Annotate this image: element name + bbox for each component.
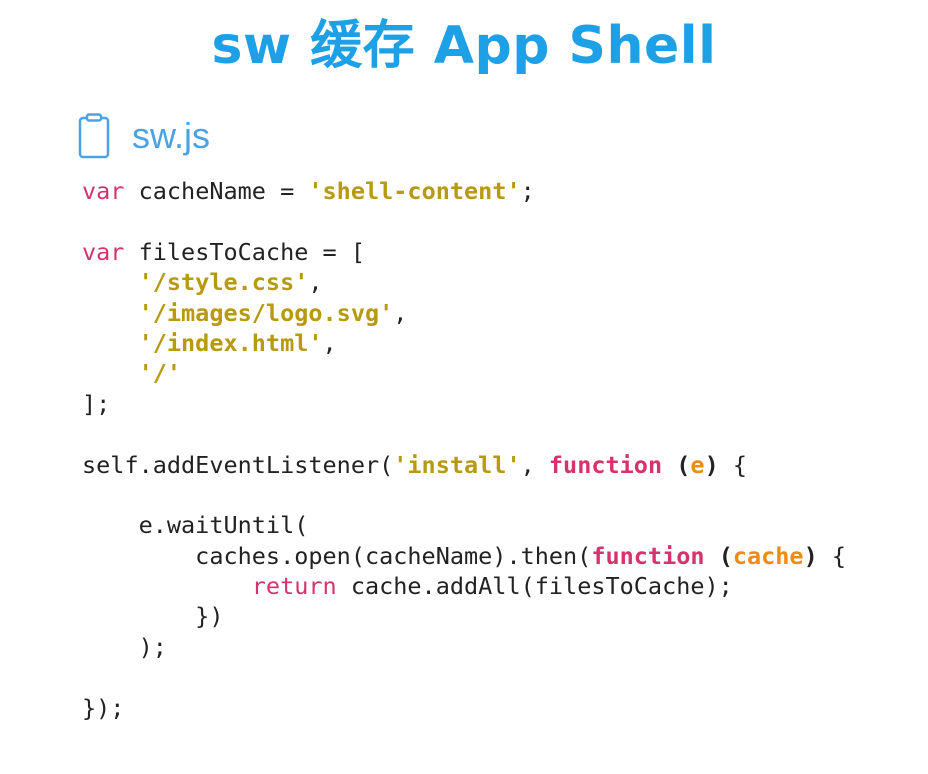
file-name: sw.js bbox=[132, 115, 211, 156]
code-text: { bbox=[718, 450, 748, 479]
code-parameter: e bbox=[690, 450, 705, 479]
code-line: '/images/logo.svg', bbox=[82, 298, 846, 328]
code-text: ]; bbox=[82, 389, 111, 418]
code-line: }); bbox=[82, 693, 846, 723]
code-text: e.waitUntil( bbox=[82, 511, 309, 540]
clipboard-icon bbox=[78, 113, 110, 159]
code-line: e.waitUntil( bbox=[82, 510, 846, 540]
code-string: 'shell-content' bbox=[308, 177, 521, 205]
code-paren: ( bbox=[676, 450, 691, 479]
code-line: var filesToCache = [ bbox=[82, 237, 846, 267]
code-line: '/index.html', bbox=[82, 328, 846, 358]
code-block: var cacheName = 'shell-content'; var file… bbox=[82, 176, 846, 723]
code-string: 'install' bbox=[393, 450, 521, 479]
code-line: '/style.css', bbox=[82, 267, 846, 297]
code-text: , bbox=[520, 450, 549, 479]
code-line: ); bbox=[82, 632, 846, 662]
code-line: var cacheName = 'shell-content'; bbox=[82, 176, 846, 206]
code-text: self.addEventListener( bbox=[82, 450, 394, 479]
code-text: , bbox=[393, 298, 408, 327]
code-paren: ( bbox=[718, 541, 733, 570]
code-text: }); bbox=[82, 693, 125, 722]
code-text: { bbox=[817, 541, 847, 570]
code-line: ]; bbox=[82, 389, 846, 419]
code-text: }) bbox=[82, 602, 224, 631]
code-text: cache.addAll(filesToCache); bbox=[336, 572, 733, 601]
code-text: caches.open(cacheName).then( bbox=[82, 541, 592, 570]
code-paren: ) bbox=[803, 541, 818, 570]
code-string: '/style.css' bbox=[138, 268, 309, 297]
code-string: '/index.html' bbox=[138, 328, 323, 357]
code-string: '/' bbox=[138, 359, 182, 388]
code-line: caches.open(cacheName).then(function (ca… bbox=[82, 541, 846, 571]
code-function-keyword: function bbox=[591, 541, 705, 570]
code-function-keyword: function bbox=[548, 450, 663, 479]
slide-title: sw 缓存 App Shell bbox=[211, 16, 717, 76]
code-text: ); bbox=[82, 632, 167, 661]
code-string: '/images/logo.svg' bbox=[138, 298, 394, 327]
code-keyword: var bbox=[82, 177, 125, 205]
code-parameter: cache bbox=[732, 541, 804, 570]
code-line: return cache.addAll(filesToCache); bbox=[82, 571, 846, 601]
code-text: cacheName = bbox=[124, 177, 309, 205]
code-keyword: var bbox=[82, 237, 125, 266]
file-header: sw.js bbox=[78, 112, 210, 160]
code-text: , bbox=[322, 328, 337, 357]
code-paren: ) bbox=[704, 450, 719, 479]
code-text: filesToCache = [ bbox=[124, 237, 365, 266]
code-keyword: return bbox=[251, 572, 337, 601]
code-text: , bbox=[308, 268, 323, 297]
code-text: ; bbox=[520, 177, 535, 205]
code-line: '/' bbox=[82, 358, 846, 388]
code-line: self.addEventListener('install', functio… bbox=[82, 450, 846, 480]
slide: sw 缓存 App Shell sw.js var cacheName = 's… bbox=[0, 0, 928, 774]
code-line: }) bbox=[82, 601, 846, 631]
